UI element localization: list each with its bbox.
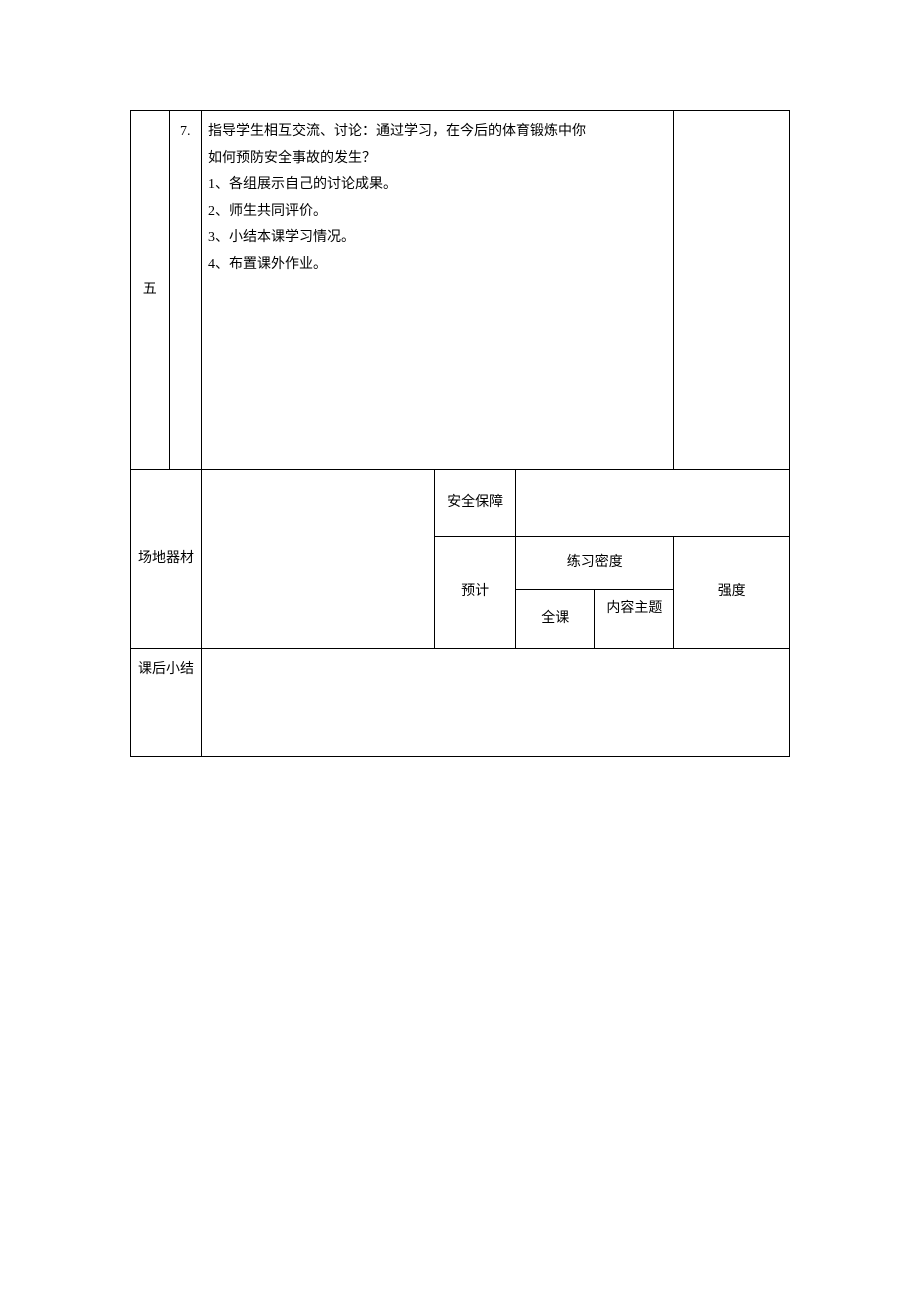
- text-forecast: 预计: [461, 584, 489, 599]
- content-line: 指导学生相互交流、讨论：通过学习，在今后的体育锻炼中你: [208, 119, 667, 146]
- cell-intensity-label: 强度: [674, 537, 790, 649]
- cell-post-lesson-summary-content: [201, 649, 789, 757]
- content-line: 3、小结本课学习情况。: [208, 225, 667, 252]
- text-venue-equipment: 场地器材: [138, 551, 194, 566]
- text-content-topic: 内容主题: [606, 601, 662, 616]
- text-section-number: 五: [143, 282, 157, 297]
- cell-full-class-label: 全课: [516, 590, 595, 649]
- cell-activity-content: 指导学生相互交流、讨论：通过学习，在今后的体育锻炼中你 如何预防安全事故的发生？…: [201, 111, 673, 470]
- cell-forecast-label: 预计: [435, 537, 516, 649]
- table-row: 场地器材 安全保障: [131, 470, 790, 537]
- cell-venue-equipment-content: [201, 470, 434, 649]
- text-duration: 7.: [180, 124, 191, 139]
- lesson-plan-table: 五 7. 指导学生相互交流、讨论：通过学习，在今后的体育锻炼中你 如何预防安全事…: [130, 110, 790, 757]
- cell-practice-density-label: 练习密度: [516, 537, 674, 590]
- table-row: 课后小结: [131, 649, 790, 757]
- content-line: 1、各组展示自己的讨论成果。: [208, 172, 667, 199]
- cell-content-topic-label: 内容主题: [595, 590, 674, 649]
- text-full-class: 全课: [541, 611, 569, 626]
- table-row: 五 7. 指导学生相互交流、讨论：通过学习，在今后的体育锻炼中你 如何预防安全事…: [131, 111, 790, 470]
- text-intensity: 强度: [718, 584, 746, 599]
- cell-duration: 7.: [169, 111, 201, 470]
- text-post-lesson-summary: 课后小结: [138, 662, 194, 677]
- cell-safety-content: [516, 470, 790, 537]
- cell-safety-label: 安全保障: [435, 470, 516, 537]
- cell-notes-empty: [674, 111, 790, 470]
- content-line: 如何预防安全事故的发生？: [208, 146, 667, 173]
- cell-section-number: 五: [131, 111, 170, 470]
- cell-venue-equipment-label: 场地器材: [131, 470, 202, 649]
- cell-post-lesson-summary-label: 课后小结: [131, 649, 202, 757]
- content-line: 2、师生共同评价。: [208, 199, 667, 226]
- content-line: 4、布置课外作业。: [208, 252, 667, 279]
- text-practice-density: 练习密度: [567, 555, 623, 570]
- text-safety: 安全保障: [447, 495, 503, 510]
